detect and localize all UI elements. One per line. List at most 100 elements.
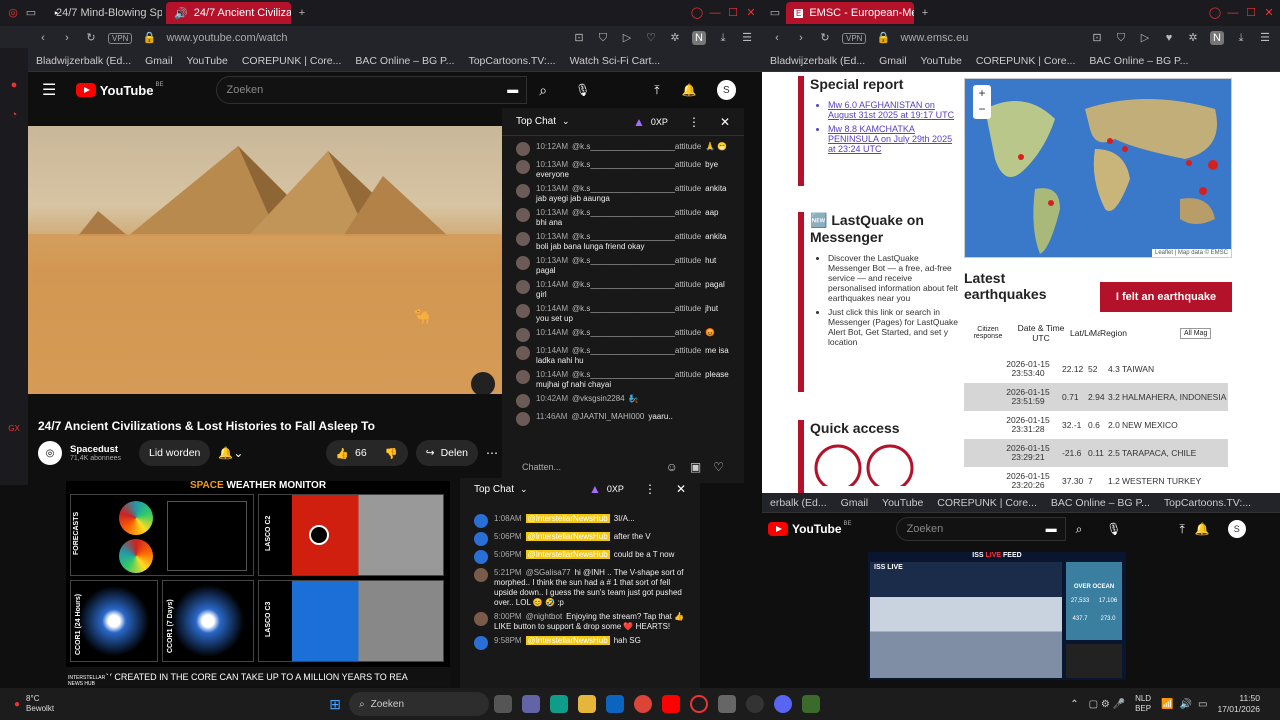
right-minimize-icon[interactable]: — xyxy=(1226,6,1240,20)
yt2-search-icon[interactable]: ⌕ xyxy=(1076,522,1083,537)
heart-react-icon[interactable]: ♡ xyxy=(713,460,724,474)
address-field[interactable]: www.youtube.com/watch xyxy=(166,32,562,44)
tab-ancient[interactable]: 🔊 24/7 Ancient Civilizati xyxy=(166,2,291,24)
right-back-icon[interactable]: ‹ xyxy=(770,31,784,45)
chat1-close-icon[interactable]: ✕ xyxy=(720,115,730,129)
right-download-icon[interactable]: ⤓ xyxy=(1234,31,1248,45)
yt-avatar[interactable]: S xyxy=(716,80,737,100)
r-bookmark-4[interactable]: BAC Online – BG P... xyxy=(1089,55,1188,67)
msg-author[interactable]: @k.s___________________attitude xyxy=(572,184,701,193)
battery-icon[interactable]: ▭ xyxy=(1198,699,1207,710)
chat-avatar[interactable] xyxy=(516,370,530,384)
iss-video[interactable]: ISS LIVE FEED ISS LIVE OVER OCEAN 27,533… xyxy=(868,552,1126,680)
yt-search-icon[interactable]: ⌕ xyxy=(539,82,547,99)
tab-space[interactable]: 24/7 Mind-Blowing Space xyxy=(42,2,162,24)
bookmark-4[interactable]: BAC Online – BG P... xyxy=(355,55,454,67)
bookmark-0[interactable]: Bladwijzerbalk (Ed... xyxy=(36,55,131,67)
bookmark-1[interactable]: Gmail xyxy=(145,55,172,67)
mic-icon[interactable]: 🎙 xyxy=(575,83,590,97)
msg-author[interactable]: @k.s___________________attitude xyxy=(572,304,701,313)
bookmark-6[interactable]: Watch Sci-Fi Cart... xyxy=(570,55,661,67)
bookmark-3[interactable]: COREPUNK | Core... xyxy=(242,55,342,67)
chat-avatar[interactable] xyxy=(516,394,530,408)
task-view-icon[interactable] xyxy=(494,695,513,713)
map-zoom-control[interactable]: + − xyxy=(973,85,991,119)
chrome-icon[interactable] xyxy=(634,695,653,713)
msg-author[interactable]: @k.s___________________attitude xyxy=(572,328,701,337)
discord-icon[interactable] xyxy=(774,695,793,713)
minimize-icon[interactable]: — xyxy=(708,6,722,20)
right-tab-list-icon[interactable]: ▭ xyxy=(768,6,782,20)
msg-author[interactable]: @k.s___________________attitude xyxy=(572,208,701,217)
quake-row[interactable]: 2026-01-15 23:29:21 -21.6 0.11 2.5 TARAPACA, … xyxy=(964,439,1228,467)
yt2-bm-3[interactable]: COREPUNK | Core... xyxy=(937,497,1037,509)
join-button[interactable]: Lid worden xyxy=(139,440,211,466)
chat1-messages[interactable]: 10:12AM @k.s___________________attitude 🙏 … xyxy=(502,136,744,451)
tray-icons[interactable]: ▢ ⚙ 🎤 xyxy=(1089,699,1125,710)
yt2-upload-icon[interactable]: ⤒ xyxy=(1180,522,1185,537)
sidebar-gx-icon[interactable]: GX xyxy=(7,422,21,436)
msg-author[interactable]: @JAATNI_MAHI000 xyxy=(571,412,644,421)
chat-avatar[interactable] xyxy=(516,256,530,270)
bell-subscribe-icon[interactable]: 🔔⌄ xyxy=(218,446,243,460)
quake-row[interactable]: 2026-01-15 23:53:40 22.12 52 4.3 TAIWAN xyxy=(964,355,1228,383)
chat-avatar[interactable] xyxy=(516,304,530,318)
channel-avatar[interactable]: ◎ xyxy=(38,441,62,465)
calculator-icon[interactable] xyxy=(718,695,737,713)
right-forward-icon[interactable]: › xyxy=(794,31,808,45)
hamburger-icon[interactable]: ☰ xyxy=(42,80,56,100)
chat1-xp[interactable]: 0XP xyxy=(651,117,668,127)
r-bookmark-3[interactable]: COREPUNK | Core... xyxy=(976,55,1076,67)
msg-author[interactable]: @k.s___________________attitude xyxy=(572,346,701,355)
chat-avatar[interactable] xyxy=(474,612,488,626)
right-extensions-icon[interactable]: ✲ xyxy=(1186,31,1200,45)
back-icon[interactable]: ‹ xyxy=(36,31,50,45)
chat-avatar[interactable] xyxy=(474,568,488,582)
yt2-avatar[interactable]: S xyxy=(1227,520,1246,538)
quake-row[interactable]: 2026-01-15 23:31:28 32.-1 0.6 2.0 NEW MEXICO xyxy=(964,411,1228,439)
start-icon[interactable]: ⊞ xyxy=(326,695,344,713)
msg-author[interactable]: @vksgsin2284 xyxy=(572,394,625,403)
heart-icon[interactable]: ♡ xyxy=(644,31,658,45)
chat-avatar[interactable] xyxy=(516,412,530,426)
yt2-keyboard-icon[interactable]: ▬ xyxy=(1046,523,1057,535)
wifi-icon[interactable]: 📶 xyxy=(1161,699,1173,710)
right-new-tab-icon[interactable]: + xyxy=(918,6,932,20)
maximize-icon[interactable]: ☐ xyxy=(726,6,740,20)
chat1-more-icon[interactable]: ⋮ xyxy=(688,115,700,129)
taskbar-search[interactable]: ⌕ Zoeken xyxy=(349,692,490,716)
bell-icon[interactable]: 🔔 xyxy=(682,83,697,97)
adblock-icon[interactable]: ⛉ xyxy=(596,31,610,45)
quake-row[interactable]: 2026-01-15 23:51:59 0.71 2.94 3.2 HALMAHERA, … xyxy=(964,383,1228,411)
msg-author[interactable]: @nightbot xyxy=(526,612,563,621)
clock[interactable]: 11:50 17/01/2026 xyxy=(1217,693,1260,715)
app-icon[interactable]: ◎ xyxy=(6,6,20,20)
chat-avatar[interactable] xyxy=(516,160,530,174)
right-opera-icon[interactable]: ◯ xyxy=(1208,6,1222,20)
chat-avatar[interactable] xyxy=(516,142,530,156)
yt-search-input[interactable]: Zoeken ▬ xyxy=(215,76,528,104)
like-button[interactable]: 👍 66 👎 xyxy=(325,440,408,466)
chat-avatar[interactable] xyxy=(516,328,530,342)
sidebar-opera-icon[interactable]: ● xyxy=(7,78,21,92)
opera-icon[interactable]: ◯ xyxy=(690,6,704,20)
chat1-input[interactable]: Chatten... xyxy=(522,462,654,472)
files-icon[interactable] xyxy=(578,695,597,713)
right-address-field[interactable]: www.emsc.eu xyxy=(900,32,1080,44)
reload-icon[interactable]: ↻ xyxy=(84,31,98,45)
felt-earthquake-button[interactable]: I felt an earthquake xyxy=(1100,282,1232,312)
right-vpn-badge[interactable]: VPN xyxy=(842,32,867,44)
weather-widget[interactable]: 8°C Bewolkt xyxy=(26,694,54,714)
tab-list-icon[interactable]: ▭ xyxy=(24,6,38,20)
chat1-title[interactable]: Top Chat xyxy=(516,116,556,127)
report-link-1[interactable]: Mw 8.8 KAMCHATKA PENINSULA on July 29th … xyxy=(828,124,958,154)
more-actions-icon[interactable]: ⋯ xyxy=(486,446,498,460)
new-tab-icon[interactable]: + xyxy=(295,6,309,20)
bookmark-2[interactable]: YouTube xyxy=(187,55,228,67)
weather-icon[interactable]: ● xyxy=(14,699,20,710)
dislike-icon[interactable]: 👎 xyxy=(385,447,398,460)
r-bookmark-0[interactable]: Bladwijzerbalk (Ed... xyxy=(770,55,865,67)
msg-author[interactable]: @InterstellarNewsHub xyxy=(525,550,610,559)
edge-icon[interactable] xyxy=(550,695,569,713)
chat-avatar[interactable] xyxy=(474,550,488,564)
